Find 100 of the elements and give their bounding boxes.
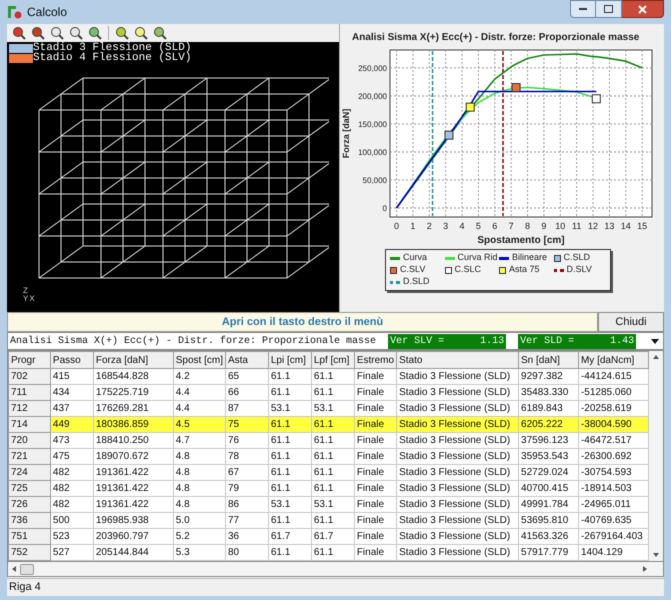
horizontal-scrollbar[interactable] [7,562,664,577]
scroll-left-icon [12,566,16,572]
column-header[interactable]: Passo [50,352,94,368]
dropdown-arrow-icon [651,338,659,344]
row-header: 712 [8,400,50,416]
legend-label: D.SLD [403,275,430,288]
y-tick-label: 200,000 [358,92,387,101]
scroll-thumb[interactable] [20,564,34,574]
legend-label: C.SLV [400,263,426,276]
scroll-down-icon [653,553,659,557]
x-tick-label: 1 [410,221,416,231]
legend-square-icon [444,266,452,274]
table-cell: 5.3 [173,544,226,560]
row-header: 736 [8,512,50,528]
legend-dash-icon [390,280,400,284]
check-badge: Ver SLD = 1.43 [518,334,636,348]
maximize-icon [604,5,613,13]
zoom-icon[interactable] [114,25,130,41]
x-tick-label: 4 [460,221,465,231]
column-header[interactable]: Asta [225,352,268,368]
y-tick-label: 50,000 [362,176,387,186]
table-row[interactable]: 751 523 203960.797 5.2 36 61.7 61.7 Finale Stadio 3 Flessione (SLD) 41563.326 -2679164.403 [8,528,649,544]
table-cell: Stadio 3 Flessione (SLD) [396,544,519,560]
x-tick-label: 11 [572,221,582,231]
x-tick-label: 13 [604,221,614,231]
row-header: 711 [8,384,50,400]
legend-square-icon [390,266,397,274]
x-tick-label: 9 [541,221,546,231]
chart-title: Analisi Sisma X(+) Ecc(+) - Distr. forze: Proporzionale masse [352,31,640,45]
table-row[interactable]: 714 449 180386.859 4.5 75 61.1 61.1 Finale Stadio 3 Flessione (SLD) 6205.222 -38004.590 [8,416,649,432]
close-button[interactable] [622,0,664,18]
point-marker [466,102,475,112]
row-header: 702 [8,368,50,384]
legend-label: Stadio 4 Flessione (SLV) [33,53,192,63]
window-title: Calcolo [27,4,68,21]
vertical-scrollbar[interactable] [649,351,663,561]
column-header[interactable]: Lpf [cm] [311,352,354,368]
legend-label: C.SLC [454,263,482,276]
app-icon [7,4,23,20]
axis-label: X [29,295,35,303]
x-tick-label: 12 [588,221,598,231]
table-cell: 57917.779 [518,544,578,560]
column-header[interactable]: Lpi [cm] [268,352,312,368]
table-cell: 80 [225,544,268,560]
legend-square-icon [499,266,506,274]
x-tick-label: 7 [508,221,514,231]
info-message: Apri con il tasto destro il menù [222,314,384,330]
table-cell: 527 [50,544,94,560]
table-row[interactable]: 711 434 175225.719 4.4 66 61.1 61.1 Finale Stadio 3 Flessione (SLD) 35483.330 -51285.060 [8,384,649,400]
table-cell: Finale [354,544,397,560]
table-row[interactable]: 752 527 205144.844 5.3 80 61.1 61.1 Finale Stadio 3 Flessione (SLD) 57917.779 1404.129 [8,544,649,560]
zoom-icon[interactable] [152,25,168,41]
column-header[interactable]: Progr [8,352,50,368]
table-row[interactable]: 712 437 176269.281 4.4 87 53.1 53.1 Finale Stadio 3 Flessione (SLD) 6189.843 -20258.619 [8,400,649,416]
x-tick-label: 14 [620,221,631,231]
legend-label: Stadio 3 Flessione (SLD) [33,43,192,53]
legend-label: Curva [403,251,428,264]
row-header: 714 [8,416,50,432]
table-row[interactable]: 702 415 168544.828 4.2 65 61.1 61.1 Finale Stadio 3 Flessione (SLD) 9297.382 -44124.615 [8,368,649,384]
table-cell: 205144.844 [93,544,174,560]
analysis-text: Analisi Sisma X(+) Ecc(+) - Distr. forze: Proporzionale masse [10,334,376,348]
y-tick-label: 250,000 [358,64,387,73]
close-panel-button[interactable]: Chiudi [598,312,664,332]
legend-label: D.SLV [566,263,592,276]
row-header: 720 [8,432,50,448]
y-axis-label: Forza [daN] [341,108,351,158]
x-tick-label: 0 [394,221,400,231]
row-header: 752 [8,544,50,560]
row-header: 725 [8,480,50,496]
close-icon [638,4,647,14]
table-cell: 1404.129 [578,544,649,560]
column-header[interactable]: My [daNcm] [578,352,649,368]
table-row[interactable]: 724 482 191361.422 4.8 67 61.1 61.1 Finale Stadio 3 Flessione (SLD) 52729.024 -30754.593 [8,464,649,480]
axis-label: Y [23,295,28,303]
legend-dash-icon [554,268,564,272]
zoom-icon[interactable] [133,25,149,41]
y-tick-label: 150,000 [358,120,387,129]
table-row[interactable]: 726 482 191361.422 4.8 86 53.1 53.1 Finale Stadio 3 Flessione (SLD) 49991.784 -24965.011 [8,496,649,512]
x-tick-label: 3 [443,221,448,231]
column-header[interactable]: Estremo [354,352,397,368]
minimize-button[interactable] [570,0,596,18]
column-header[interactable]: Stato [396,352,519,368]
row-header: 726 [8,496,50,512]
table-row[interactable]: 725 482 191361.422 4.8 79 61.1 61.1 Finale Stadio 3 Flessione (SLD) 40700.415 -18914.503 [8,480,649,496]
legend-label: Curva Rid [458,251,498,264]
x-tick-label: 2 [426,221,432,231]
table-row[interactable]: 736 500 196985.938 5.0 77 61.1 61.1 Finale Stadio 3 Flessione (SLD) 53695.810 -40769.635 [8,512,649,528]
column-header[interactable]: Spost [cm] [173,352,226,368]
column-header[interactable]: Sn [daN] [518,352,578,368]
column-header[interactable]: Forza [daN] [93,352,174,368]
x-tick-label: 15 [637,221,648,231]
point-marker [592,94,601,104]
table-row[interactable]: 721 475 189070.672 4.8 78 61.1 61.1 Finale Stadio 3 Flessione (SLD) 35953.543 -26300.692 [8,448,649,464]
analysis-select[interactable]: Analisi Sisma X(+) Ecc(+) - Distr. forze: Proporzionale masse Ver SLV = 1.13 Ver SLD = 1.43 [7,332,664,350]
x-axis-label: Spostamento [cm] [477,235,565,246]
axis-label: Z [23,287,28,295]
maximize-button[interactable] [596,0,622,18]
point-marker [512,83,521,92]
minimize-icon [579,8,587,10]
table-row[interactable]: 720 473 188410.250 4.7 76 61.1 61.1 Finale Stadio 3 Flessione (SLD) 37596.123 -46472.517 [8,432,649,448]
